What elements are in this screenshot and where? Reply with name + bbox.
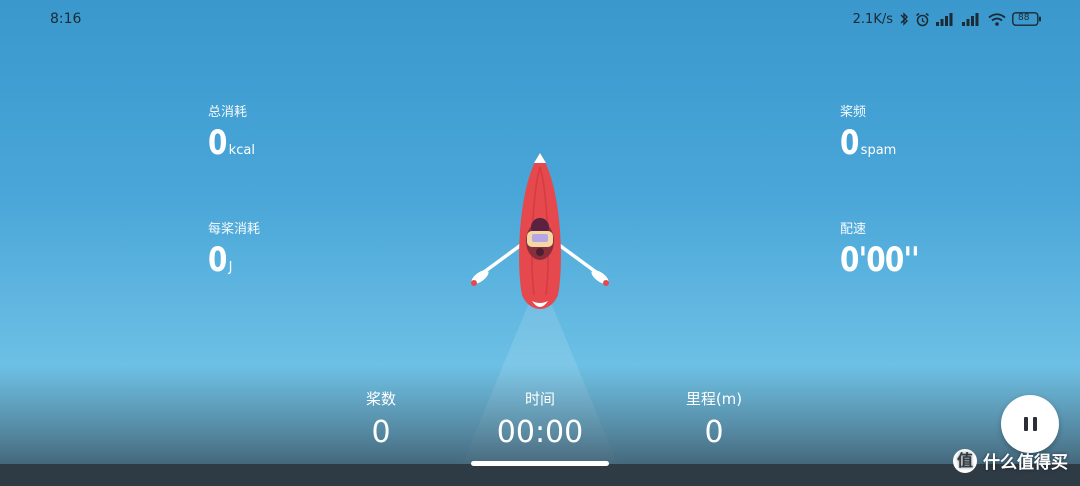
distance-stat: 里程(m) 0	[634, 388, 794, 450]
time-value: 00:00	[496, 415, 584, 450]
bluetooth-icon	[899, 12, 909, 26]
kayak-bow	[534, 153, 546, 163]
total-calories-metric: 总消耗 0 kcal	[208, 101, 255, 160]
paddle-tip-right	[603, 280, 609, 286]
strokes-stat: 桨数 0	[301, 388, 461, 450]
pace-label: 配速	[840, 222, 867, 237]
signal-icon	[962, 12, 982, 26]
stroke-rate-unit: spam	[860, 143, 897, 158]
per-stroke-energy-metric: 每桨消耗 0 J	[208, 218, 260, 277]
watermark-text: 什么值得买	[983, 453, 1068, 473]
status-icons: 2.1K/s 88	[853, 9, 1042, 29]
strokes-label: 桨数	[365, 390, 396, 408]
network-speed: 2.1K/s	[852, 11, 893, 27]
rower-seat	[536, 248, 544, 256]
battery-level: 88	[1018, 13, 1030, 23]
pause-icon	[1021, 417, 1039, 431]
distance-label: 里程(m)	[685, 390, 743, 408]
status-bar: 8:16 2.1K/s 88	[0, 0, 1080, 40]
time-stat: 时间 00:00	[460, 388, 620, 450]
per-stroke-energy-value: 0	[208, 240, 227, 280]
per-stroke-energy-unit: J	[228, 260, 233, 275]
alarm-icon	[915, 12, 930, 27]
total-calories-value: 0	[208, 123, 227, 163]
stroke-rate-label: 桨频	[840, 105, 867, 120]
watermark-logo: 值	[953, 448, 977, 473]
status-time: 8:16	[50, 11, 82, 27]
strokes-value: 0	[371, 415, 391, 450]
battery-icon: 88	[1012, 12, 1042, 26]
distance-value: 0	[704, 415, 724, 450]
watermark: 值 什么值得买	[953, 448, 1068, 473]
total-calories-unit: kcal	[228, 143, 255, 158]
rowing-workout-screen: 8:16 2.1K/s 88 总消耗 0 kcal 每桨消耗 0 J 桨频 0 …	[0, 0, 1080, 486]
paddle-tip-left	[471, 280, 477, 286]
signal-icon	[936, 12, 956, 26]
rower-vest	[532, 234, 548, 242]
stroke-rate-metric: 桨频 0 spam	[840, 101, 896, 160]
navigation-bar	[0, 464, 1080, 486]
pace-value: 0'00''	[840, 240, 920, 280]
stroke-rate-value: 0	[840, 123, 859, 163]
per-stroke-energy-label: 每桨消耗	[208, 222, 261, 237]
home-indicator[interactable]	[471, 461, 609, 466]
total-calories-label: 总消耗	[208, 105, 248, 120]
wifi-icon	[988, 12, 1006, 26]
time-label: 时间	[524, 390, 555, 408]
pace-metric: 配速 0'00''	[840, 218, 936, 277]
pause-button[interactable]	[1001, 395, 1059, 453]
